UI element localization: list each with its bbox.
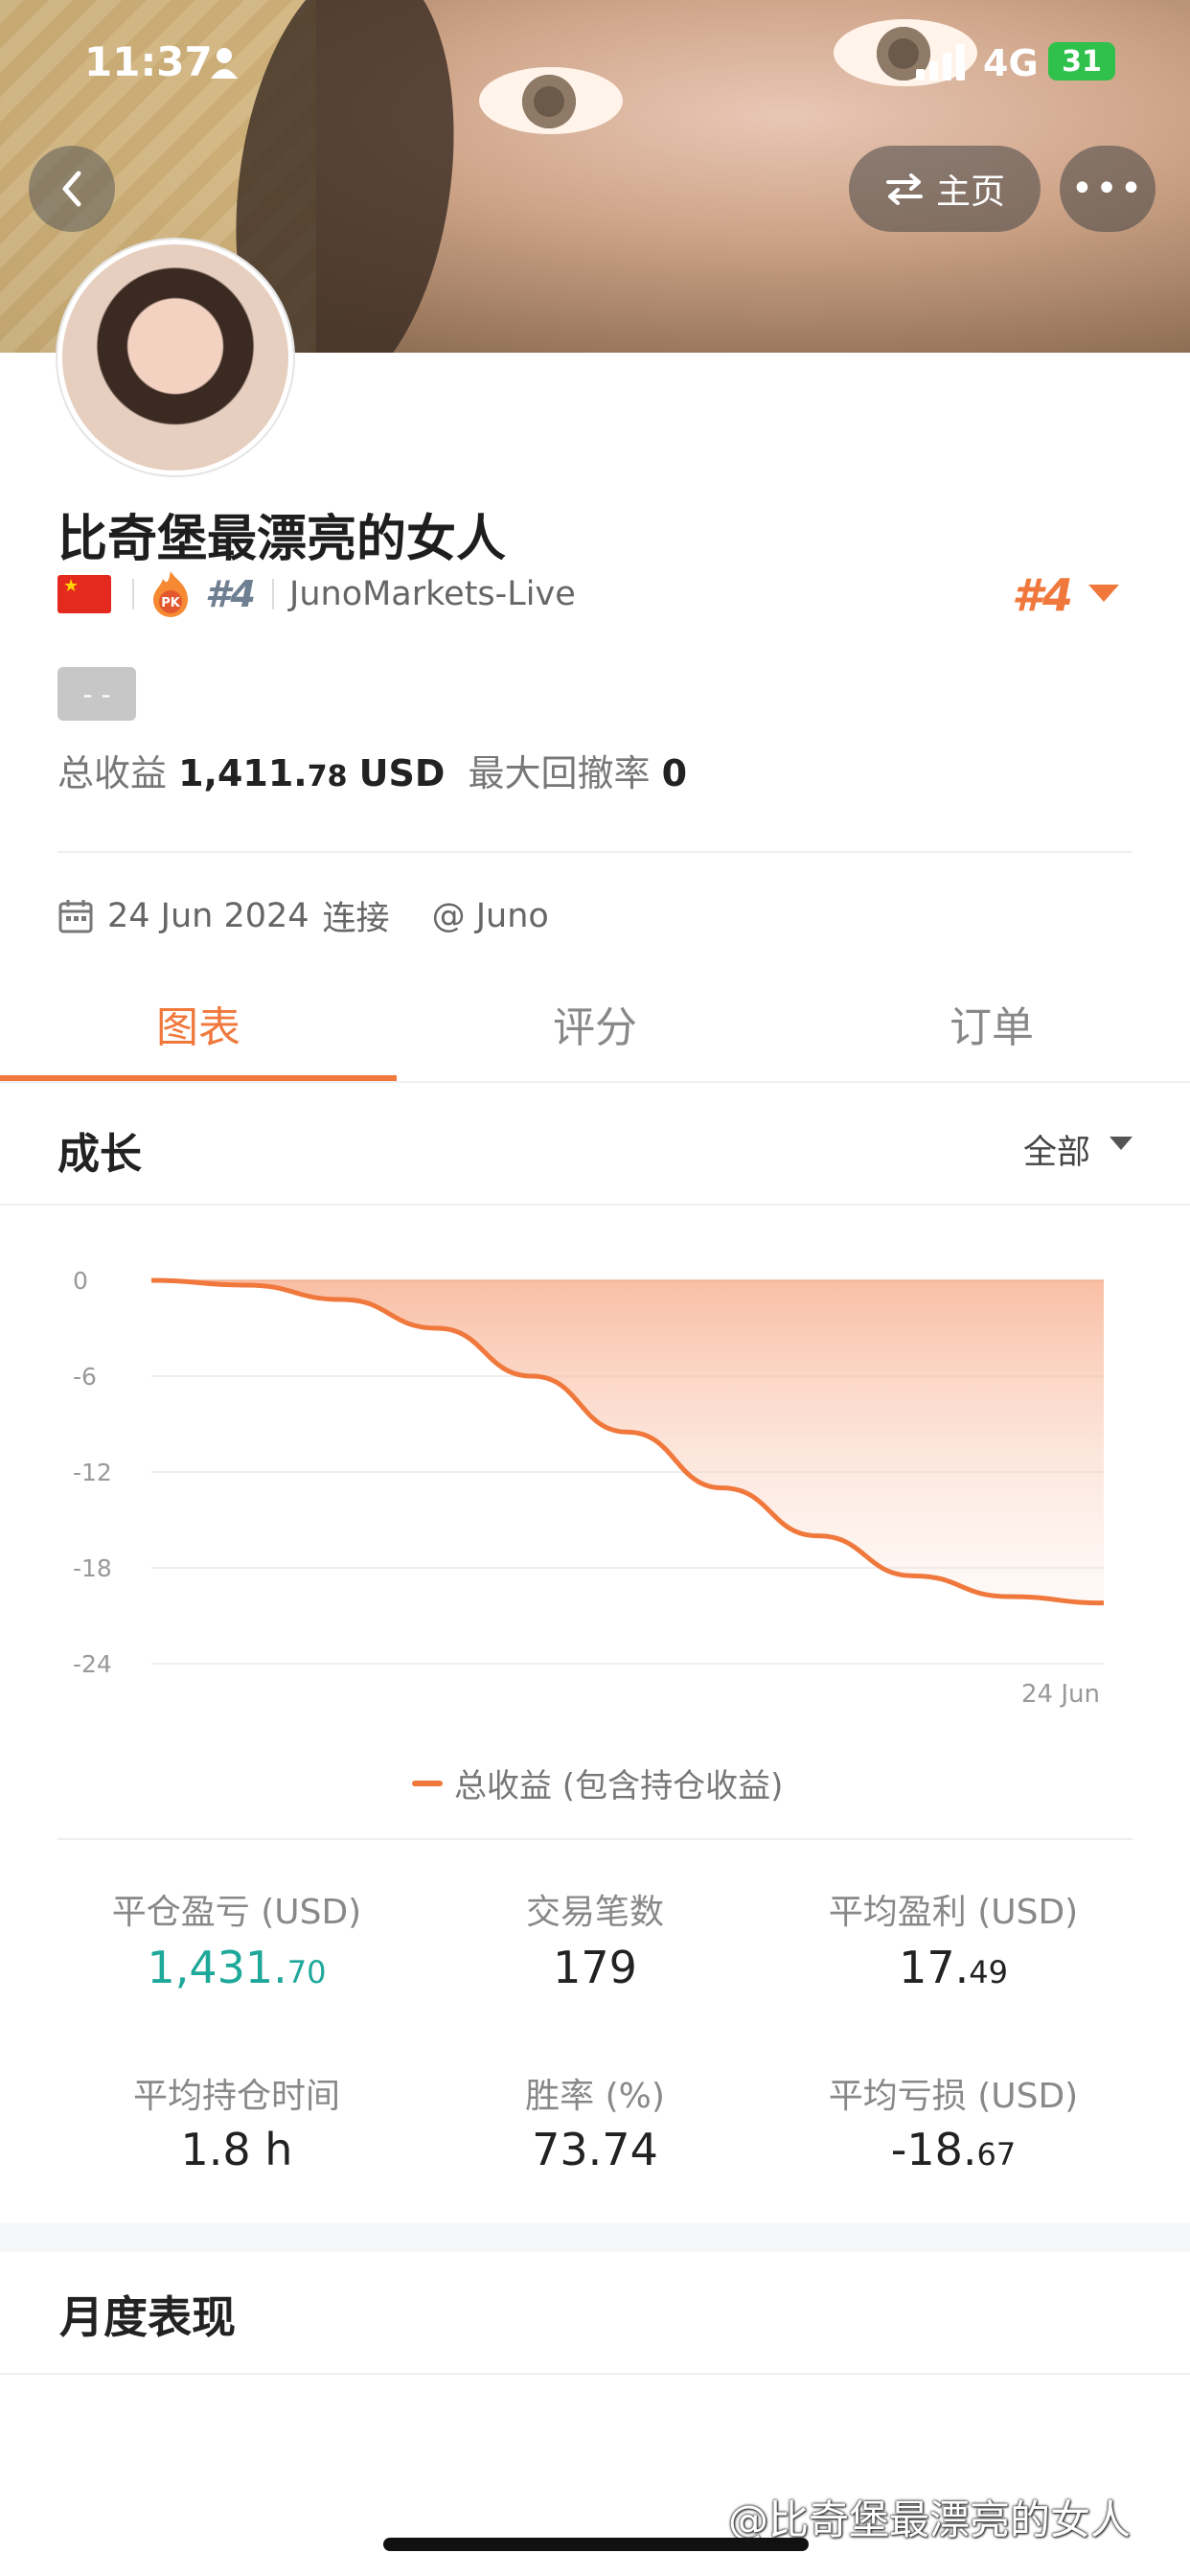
total-profit-dec: 78 <box>307 760 348 794</box>
divider <box>272 579 274 610</box>
stat-label: 平均亏损 (USD) <box>828 2077 1079 2116</box>
total-profit-int: 1,411. <box>178 752 308 794</box>
monthly-title: 月度表现 <box>59 2291 236 2343</box>
home-label: 主页 <box>935 172 1005 212</box>
connection-info: 24 Jun 2024 连接 @ Juno <box>57 891 549 940</box>
connect-suffix: 连接 <box>322 900 390 938</box>
stat-value-int: 179 <box>553 1942 637 1993</box>
stat-value-int: 1.8 h <box>180 2124 293 2175</box>
tab-orders[interactable]: 订单 <box>793 993 1190 1054</box>
growth-title: 成长 <box>57 1130 142 1179</box>
rank-dropdown[interactable]: #4 <box>1012 569 1073 621</box>
stat-value-dec: 67 <box>976 2136 1017 2173</box>
stat-value-int: -18. <box>890 2124 977 2175</box>
stat-value: 17.49 <box>762 1942 1145 1993</box>
chevron-left-icon <box>62 171 81 207</box>
stat-label: 交易笔数 <box>525 1893 664 1932</box>
svg-text:PK: PK <box>161 596 181 610</box>
china-flag-icon: ★ <box>57 575 111 613</box>
tab-rating[interactable]: 评分 <box>397 993 793 1054</box>
stat-value: 179 <box>403 1942 787 1993</box>
divider <box>0 2373 1190 2375</box>
divider <box>0 1081 1190 1083</box>
stat-value-int: 1,431. <box>147 1942 287 1993</box>
y-tick-label: -6 <box>73 1363 97 1391</box>
swap-arrows-icon <box>885 173 923 205</box>
stat-value: 1.8 h <box>45 2124 428 2175</box>
home-indicator[interactable] <box>383 2538 809 2551</box>
more-button[interactable]: ••• <box>1060 146 1156 232</box>
stat-label: 平均持仓时间 <box>132 2077 340 2116</box>
divider <box>57 1838 1133 1840</box>
chart-legend: 总收益 (包含持仓收益) <box>412 1760 783 1806</box>
signal-icon <box>916 44 965 80</box>
caret-down-icon[interactable] <box>1110 1137 1133 1150</box>
caret-down-icon[interactable] <box>1088 585 1119 602</box>
server-name: JunoMarkets-Live <box>289 575 576 613</box>
back-button[interactable] <box>29 146 115 232</box>
x-tick-label: 24 Jun <box>1021 1680 1100 1709</box>
home-button[interactable]: 主页 <box>849 146 1041 232</box>
stat-label: 胜率 (%) <box>525 2077 665 2116</box>
network-label: 4G <box>983 42 1039 84</box>
y-tick-label: -12 <box>73 1459 112 1486</box>
profit-summary: 总收益 1,411.78 USD 最大回撤率 0 <box>57 744 687 796</box>
area-fill <box>151 1280 1104 1603</box>
divider <box>57 851 1133 853</box>
growth-chart: 0 -6 -12 -18 -24 24 Jun <box>73 1267 1105 1709</box>
more-icon: ••• <box>1070 167 1145 211</box>
stat-value: -18.67 <box>762 2124 1145 2175</box>
stat-value: 73.74 <box>403 2124 787 2175</box>
y-tick-label: -18 <box>73 1554 112 1582</box>
rank-tag: #4 <box>205 573 256 615</box>
status-time: 11:37 <box>84 38 213 85</box>
calendar-icon <box>58 899 93 932</box>
growth-filter-dropdown[interactable]: 全部 <box>1023 1125 1090 1174</box>
broker-label[interactable]: @ Juno <box>432 897 549 935</box>
pk-fire-icon: PK <box>153 571 188 617</box>
section-gap <box>0 2223 1190 2252</box>
y-tick-label: 0 <box>73 1267 88 1295</box>
total-profit-unit: USD <box>358 752 446 794</box>
max-drawdown-value: 0 <box>661 752 688 794</box>
total-profit-label: 总收益 <box>57 752 168 794</box>
stat-label: 平仓盈亏 (USD) <box>111 1893 362 1932</box>
stat-value: 1,431.70 <box>45 1942 428 1993</box>
grey-badge: - - <box>57 667 136 721</box>
connect-date: 24 Jun 2024 <box>107 896 309 935</box>
stat-value-dec: 70 <box>286 1954 327 1990</box>
tab-chart[interactable]: 图表 <box>0 993 397 1054</box>
person-icon <box>211 48 238 79</box>
avatar[interactable] <box>57 240 293 475</box>
stat-value-int: 17. <box>899 1942 970 1993</box>
legend-swatch <box>412 1780 443 1786</box>
max-drawdown-label: 最大回撤率 <box>468 752 651 794</box>
stat-value-int: 73.74 <box>532 2124 658 2175</box>
profile-name: 比奇堡最漂亮的女人 <box>57 511 507 568</box>
battery-icon: 31 <box>1048 42 1115 80</box>
legend-label: 总收益 (包含持仓收益) <box>454 1767 784 1806</box>
divider <box>132 579 134 610</box>
stat-value-dec: 49 <box>969 1954 1008 1990</box>
divider <box>0 1204 1190 1206</box>
y-tick-label: -24 <box>73 1650 112 1678</box>
stat-label: 平均盈利 (USD) <box>828 1893 1079 1932</box>
